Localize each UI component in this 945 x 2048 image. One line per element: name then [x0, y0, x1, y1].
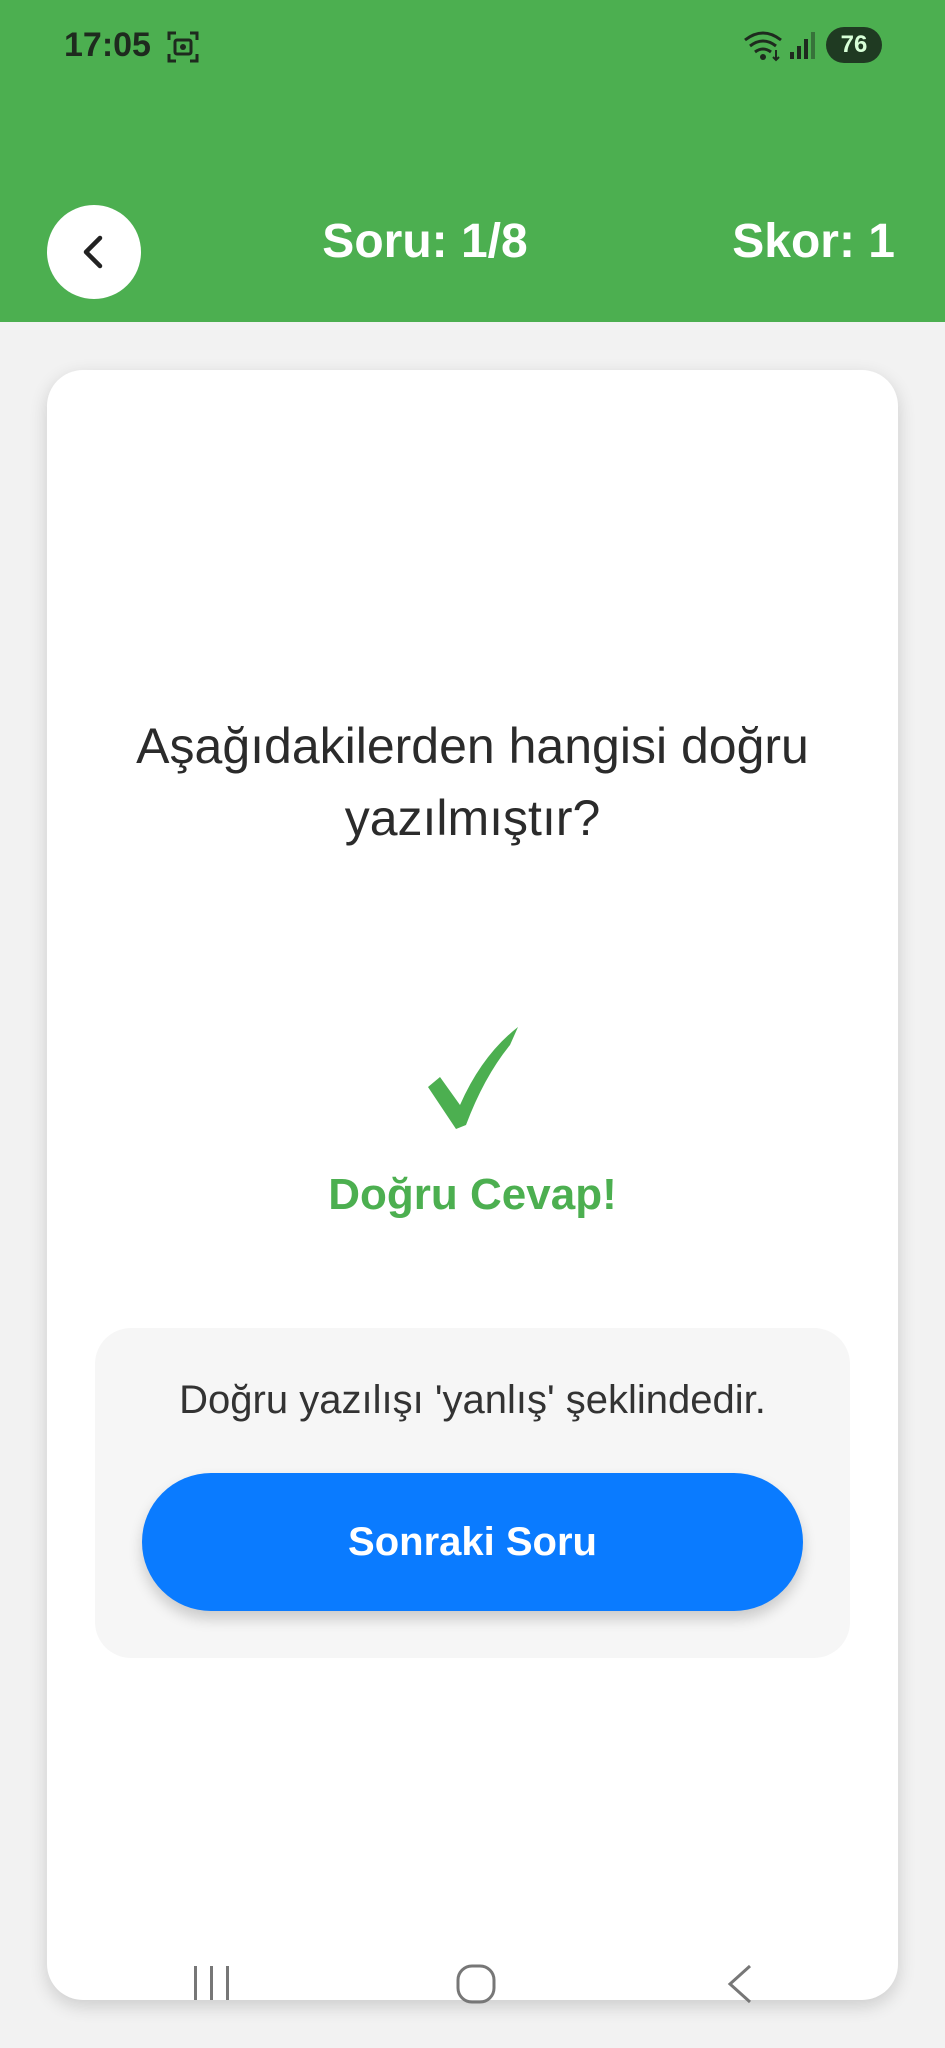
battery-indicator: 76	[826, 27, 882, 63]
question-counter: Soru: 1/8	[322, 215, 528, 268]
question-card: Aşağıdakilerden hangisi doğru yazılmıştı…	[47, 370, 898, 2000]
screenshot-icon	[167, 31, 199, 63]
next-question-button[interactable]: Sonraki Soru	[142, 1473, 803, 1611]
back-icon[interactable]	[722, 1962, 758, 2006]
explanation-text: Doğru yazılışı 'yanlış' şeklindedir.	[179, 1378, 766, 1422]
status-bar: 17:05 76	[0, 0, 945, 90]
home-icon[interactable]	[454, 1962, 498, 2006]
navigation-bar	[0, 1950, 945, 2020]
signal-icon	[790, 32, 815, 59]
result-text: Doğru Cevap!	[328, 1170, 617, 1219]
recents-icon[interactable]	[190, 1962, 234, 2004]
explanation-panel: Doğru yazılışı 'yanlış' şeklindedir. Son…	[95, 1328, 850, 1658]
header-bar: 17:05 76 Soru: 1/8 Skor: 1	[0, 0, 945, 322]
check-icon	[428, 1027, 518, 1129]
chevron-left-icon	[83, 235, 103, 269]
question-text: Aşağıdakilerden hangisi doğru yazılmıştı…	[136, 718, 809, 846]
wifi-icon	[744, 31, 782, 62]
back-button[interactable]	[47, 205, 141, 299]
status-time: 17:05	[64, 26, 151, 64]
score-label: Skor: 1	[732, 215, 895, 268]
